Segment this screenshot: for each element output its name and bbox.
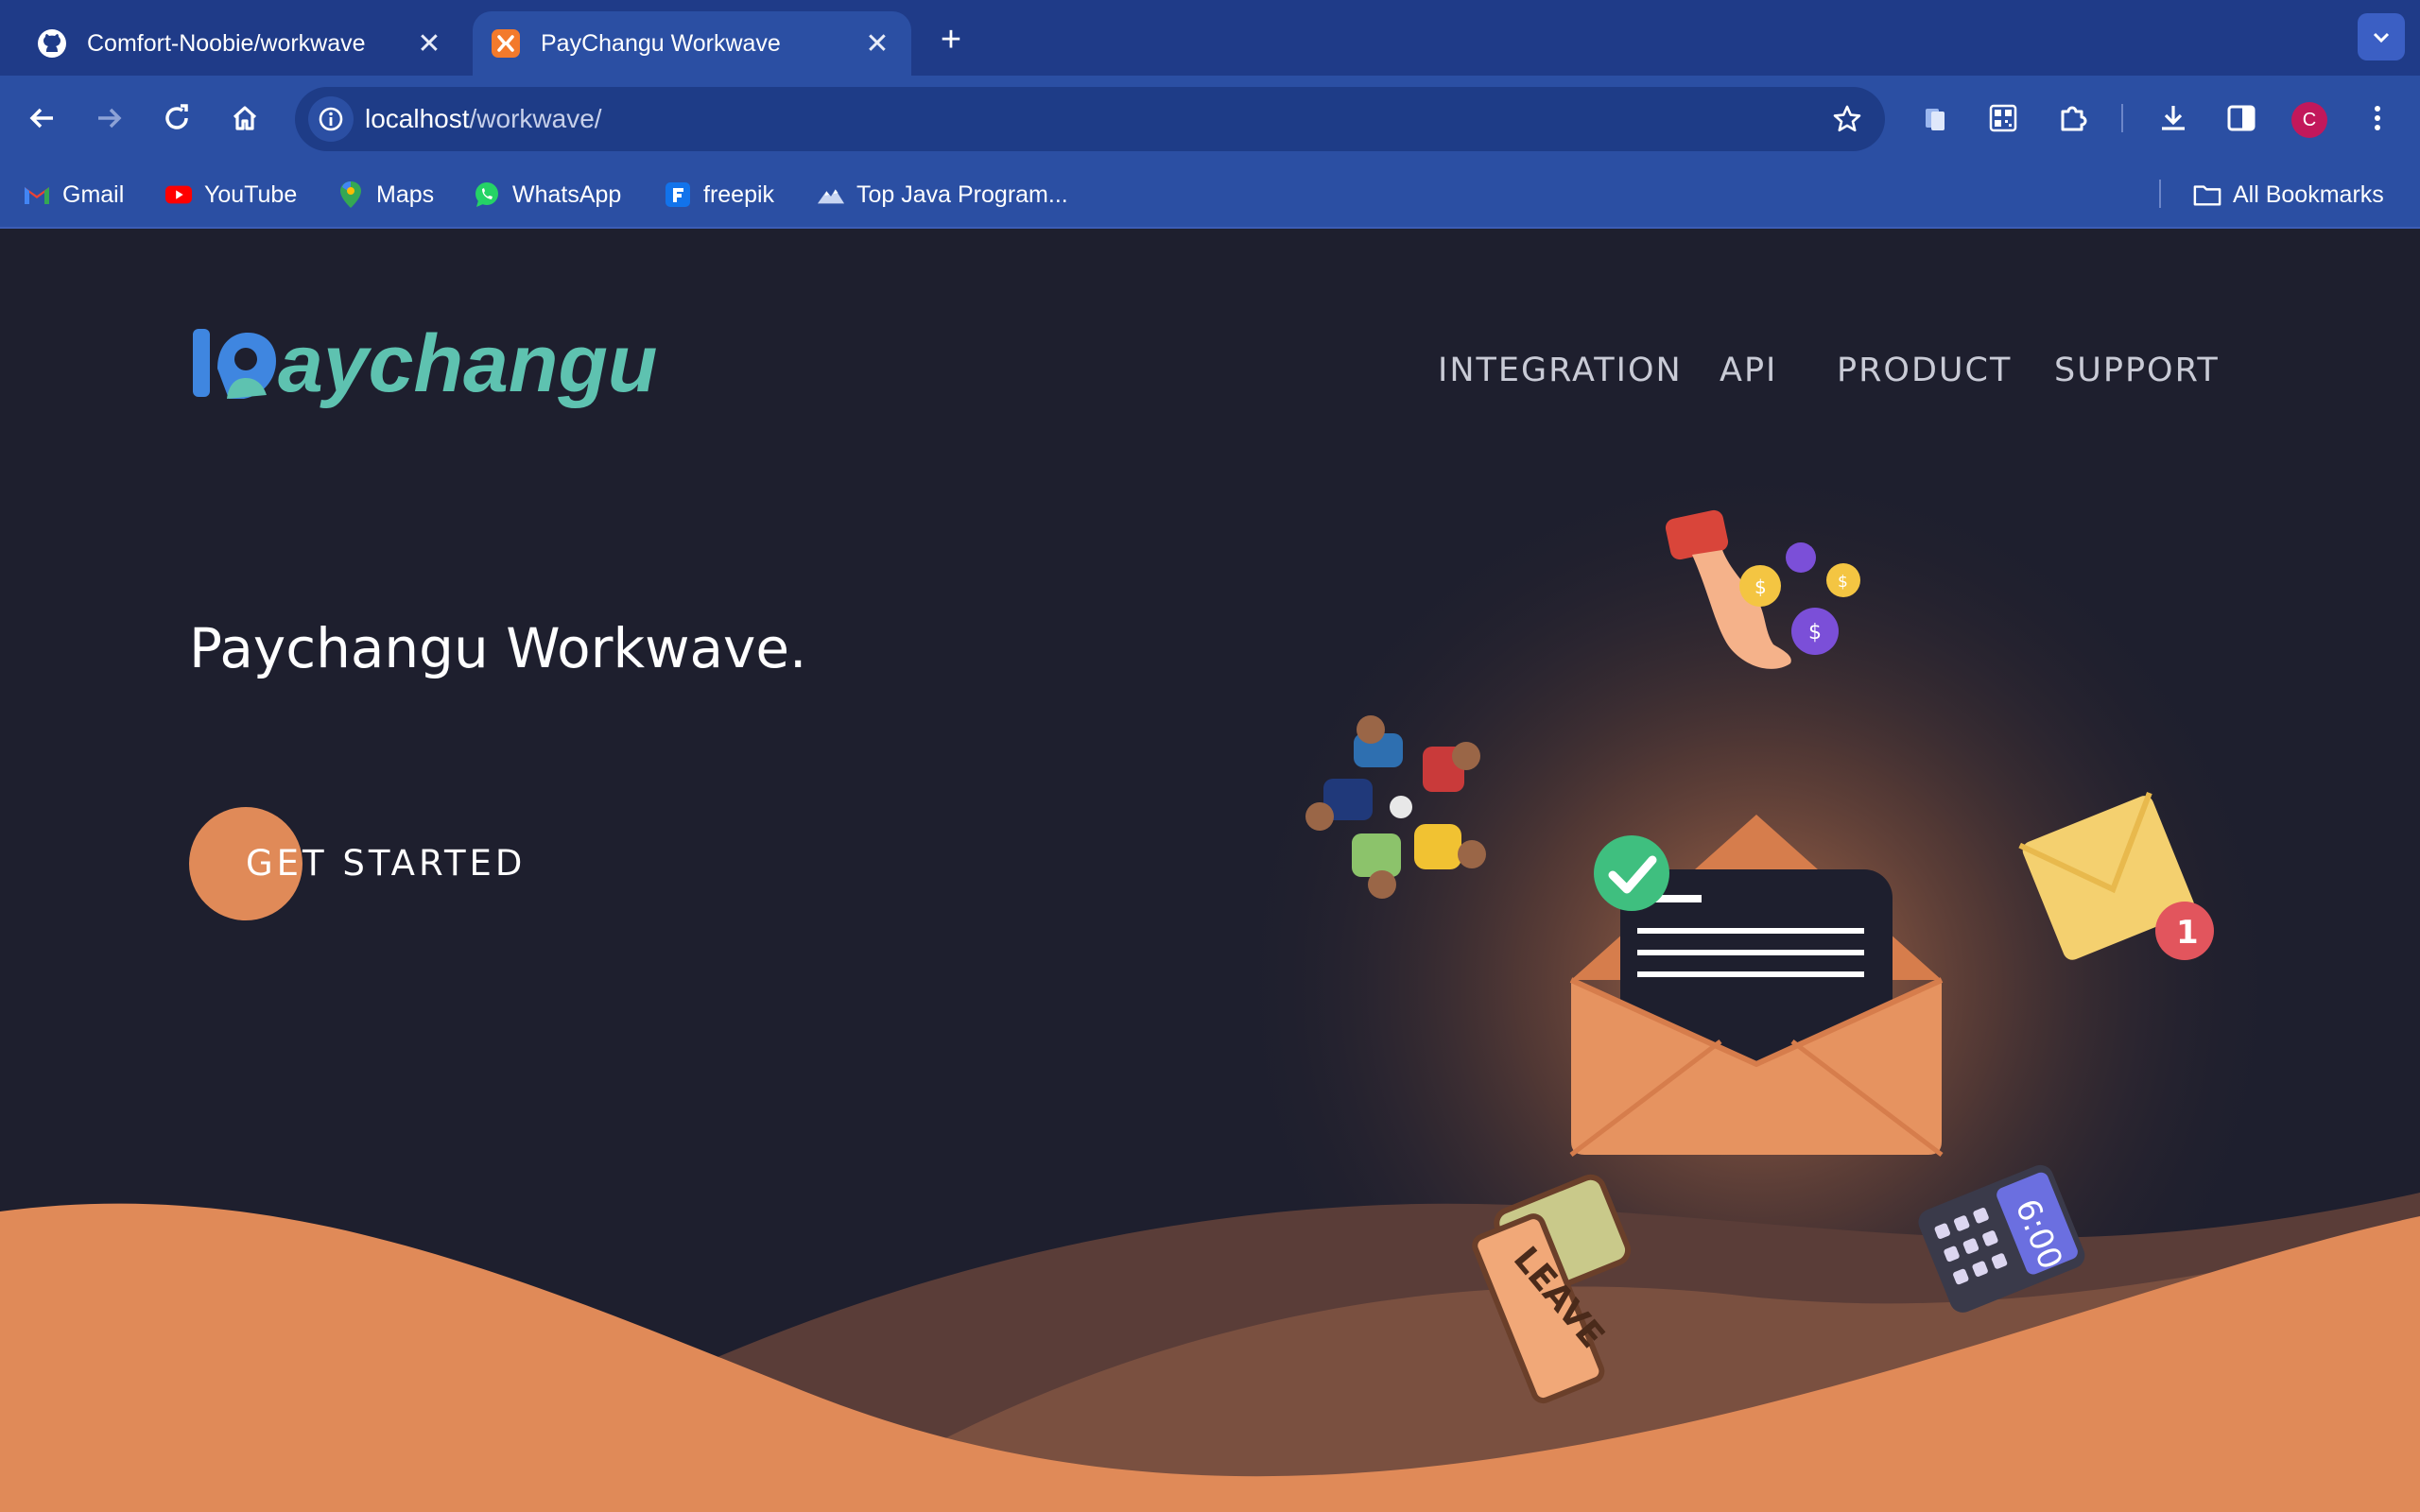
tab-strip: Comfort-Noobie/workwave ✕ PayChangu Work… [0,0,2420,76]
browser-toolbar: localhost/workwave/ C [0,76,2420,161]
tab-github[interactable]: Comfort-Noobie/workwave ✕ [19,11,463,76]
bookmark-label: YouTube [204,180,298,208]
paychangu-logo-mark: aychangu [193,318,657,409]
url-path: /workwave/ [469,104,602,133]
all-bookmarks-button[interactable]: All Bookmarks [2193,176,2384,214]
site-info-icon[interactable] [308,96,354,142]
check-badge-icon [1594,835,1669,911]
hero-title: Paychangu Workwave. [189,616,807,680]
tab-title: Comfort-Noobie/workwave [87,29,366,57]
logo-wordmark: aychangu [278,318,657,409]
bookmark-label: WhatsApp [512,180,622,208]
bookmark-label: Maps [376,180,435,208]
bookmark-maps[interactable]: Maps [337,176,434,214]
chevron-down-icon [2373,32,2390,43]
notification-badge-text: 1 [2176,914,2199,952]
bookmark-gmail[interactable]: Gmail [23,176,124,214]
tab-search-button[interactable] [2358,13,2405,60]
bookmark-label: Gmail [62,180,125,208]
bookmark-label: Top Java Program... [856,180,1068,208]
bookmark-label: All Bookmarks [2233,180,2384,208]
address-bar[interactable]: localhost/workwave/ [295,87,1885,151]
nav-product[interactable]: PRODUCT [1837,352,2012,389]
bookmarks-bar: Gmail YouTube Maps WhatsApp freepik Top … [0,161,2420,229]
home-icon [233,106,257,130]
arrow-right-icon [98,108,122,129]
url-text[interactable]: localhost/workwave/ [365,104,602,134]
download-icon[interactable] [2152,96,2195,140]
svg-text:$: $ [1808,621,1822,644]
nav-integration[interactable]: INTEGRATION [1438,352,1683,389]
close-icon[interactable]: ✕ [410,25,448,62]
extension-docs-icon[interactable] [1913,96,1957,140]
bookmark-star-icon[interactable] [1828,100,1866,138]
qr-code-icon[interactable] [1981,96,2025,140]
bookmark-freepik[interactable]: freepik [664,176,774,214]
xampp-icon [490,27,522,60]
toolbar-divider [2121,104,2123,132]
arrow-left-icon [29,108,53,129]
close-icon[interactable]: ✕ [858,25,896,62]
folder-icon [2193,180,2221,209]
nav-support[interactable]: SUPPORT [2054,352,2220,389]
nav-api[interactable]: API [1720,352,1777,389]
bookmark-top-java[interactable]: Top Java Program... [817,176,1068,214]
maps-icon [337,180,365,209]
gmail-icon [23,180,51,209]
get-started-button[interactable]: GET STARTED [189,807,522,920]
bookmark-label: freepik [703,180,775,208]
tab-paychangu[interactable]: PayChangu Workwave ✕ [473,11,911,76]
svg-text:$: $ [1754,576,1767,598]
side-panel-icon[interactable] [2220,96,2263,140]
bookmarks-divider [2159,180,2161,208]
paychangu-page: $ $ $ 1 LEAVE 6:00 aychangu INTEGRATION … [0,229,2420,1512]
extensions-puzzle-icon[interactable] [2051,96,2095,140]
home-button[interactable] [221,94,268,142]
profile-avatar[interactable]: C [2291,102,2327,138]
whatsapp-icon [473,180,501,209]
back-button[interactable] [19,94,66,142]
paychangu-logo[interactable]: aychangu [189,314,681,418]
youtube-icon [164,180,193,209]
freepik-icon [664,180,692,209]
more-menu-icon[interactable] [2356,96,2399,140]
reload-icon [165,104,188,129]
github-icon [36,27,68,60]
new-tab-button[interactable]: + [930,19,972,60]
bookmark-whatsapp[interactable]: WhatsApp [473,176,621,214]
cta-label: GET STARTED [246,843,527,884]
url-host: localhost [365,104,470,133]
bookmark-youtube[interactable]: YouTube [164,176,297,214]
tab-title: PayChangu Workwave [541,29,781,57]
forward-button[interactable] [85,94,132,142]
reload-button[interactable] [153,94,200,142]
svg-text:$: $ [1838,573,1848,592]
mountain-icon [817,180,845,209]
